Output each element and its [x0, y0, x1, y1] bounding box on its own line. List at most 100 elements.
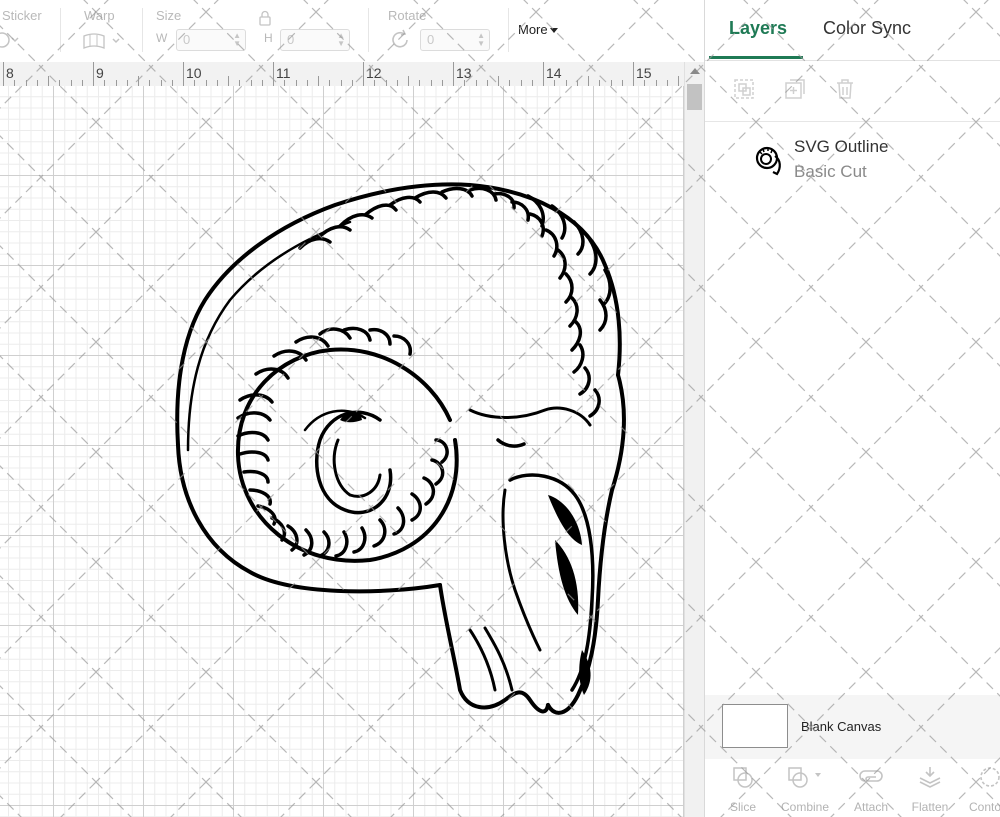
- ruler-label: 13: [456, 65, 472, 81]
- face-lower: [438, 583, 550, 714]
- contour-icon: [980, 767, 1000, 787]
- ruler-minor-tick: [588, 76, 589, 86]
- spiral-ridges: [236, 326, 449, 558]
- design-canvas[interactable]: [0, 86, 684, 817]
- ruler-major-tick: [453, 62, 454, 86]
- warp-icon[interactable]: [82, 32, 124, 50]
- warp-group[interactable]: Warp: [62, 0, 142, 62]
- scroll-thumb[interactable]: [687, 84, 702, 110]
- ruler-label: 14: [546, 65, 562, 81]
- slice-button[interactable]: Slice: [713, 765, 773, 815]
- size-label: Size: [156, 8, 182, 23]
- rotate-icon: [392, 29, 408, 48]
- ruler-label: 8: [6, 65, 14, 81]
- height-value: 0: [287, 32, 295, 47]
- slice-label: Slice: [729, 800, 756, 814]
- combine-label: Combine: [780, 800, 830, 814]
- duplicate-icon[interactable]: [783, 77, 807, 101]
- combine-icon: [788, 767, 821, 788]
- ruler-major-tick: [363, 62, 364, 86]
- tab-color-sync[interactable]: Color Sync: [823, 18, 911, 39]
- contour-label: Conto: [969, 800, 1000, 814]
- group-icon[interactable]: [732, 77, 756, 101]
- flatten-label: Flatten: [911, 800, 949, 814]
- layer-operation: Basic Cut: [794, 162, 867, 181]
- solid-shading: [340, 411, 591, 695]
- layer-item-svg-outline[interactable]: SVG Outline Basic Cut: [705, 124, 1000, 194]
- ram-head-design[interactable]: [0, 86, 684, 817]
- ruler-label: 12: [366, 65, 382, 81]
- attach-icon: [859, 770, 883, 782]
- spiral-inner: [315, 410, 393, 515]
- ruler-label: 11: [276, 65, 291, 81]
- mouth: [468, 626, 514, 692]
- stepper-arrows-icon[interactable]: ▲ ▼: [477, 32, 485, 48]
- rotate-label: Rotate: [388, 8, 427, 23]
- sticker-group[interactable]: Sticker: [0, 0, 60, 62]
- ruler-minor-tick: [48, 76, 49, 86]
- height-input[interactable]: 0 ▲ ▼: [280, 29, 350, 51]
- ruler-major-tick: [3, 62, 4, 86]
- toolbar-divider: [142, 8, 143, 52]
- ruler-minor-tick: [498, 76, 499, 86]
- sticker-label: Sticker: [2, 8, 42, 23]
- tab-layers[interactable]: Layers: [729, 18, 787, 39]
- sticker-icon[interactable]: [0, 30, 22, 50]
- slice-icon: [733, 767, 753, 788]
- toolbar-divider: [60, 8, 61, 52]
- attach-label: Attach: [853, 800, 889, 814]
- toolbar-divider: [368, 8, 369, 52]
- width-input[interactable]: 0 ▲ ▼: [176, 29, 246, 51]
- stepper-arrows-icon[interactable]: ▲ ▼: [337, 32, 345, 48]
- width-label: W: [156, 31, 168, 45]
- eye: [496, 438, 526, 448]
- panel-tabs: Layers Color Sync: [705, 0, 1000, 61]
- active-tab-indicator: [709, 56, 803, 59]
- rotate-value: 0: [427, 32, 435, 47]
- ram-layer-thumbnail: [755, 146, 781, 176]
- ruler-label: 10: [186, 65, 202, 81]
- blank-canvas-swatch[interactable]: [722, 704, 788, 748]
- warp-label: Warp: [84, 8, 115, 23]
- outer-horn-outline-inner: [186, 220, 352, 452]
- ruler-minor-tick: [408, 76, 409, 86]
- rotate-input[interactable]: 0 ▲ ▼: [420, 29, 490, 51]
- layer-actions: [705, 61, 1000, 122]
- width-value: 0: [183, 32, 191, 47]
- lock-icon[interactable]: [258, 10, 272, 26]
- spiral-outer: [235, 347, 459, 563]
- layers-panel: Layers Color Sync SVG Outline Basic Cut …: [704, 0, 1000, 817]
- attach-button[interactable]: Attach: [841, 765, 901, 815]
- flatten-icon: [919, 767, 941, 788]
- combine-button[interactable]: Combine: [775, 765, 835, 815]
- more-button[interactable]: More: [518, 22, 558, 37]
- toolbar-divider: [508, 8, 509, 52]
- height-label: H: [264, 31, 273, 45]
- ruler-label: 9: [96, 65, 104, 81]
- ruler-minor-tick: [678, 76, 679, 86]
- brow: [468, 406, 592, 427]
- jaw: [501, 488, 542, 652]
- blank-canvas-label: Blank Canvas: [801, 719, 882, 734]
- layer-name: SVG Outline: [794, 137, 889, 156]
- horizontal-ruler: 8 9 10 11 12 13 14 15: [0, 62, 684, 87]
- ruler-minor-tick: [318, 76, 319, 86]
- ruler-minor-tick: [228, 76, 229, 86]
- scroll-up-arrow-icon[interactable]: [690, 68, 700, 74]
- ruler-major-tick: [543, 62, 544, 86]
- ruler-major-tick: [633, 62, 634, 86]
- stepper-arrows-icon[interactable]: ▲ ▼: [233, 32, 241, 48]
- spiral-core: [332, 438, 382, 498]
- layer-tools-bar: Slice Combine Attach Flatten Conto: [705, 759, 1000, 817]
- ruler-minor-tick: [138, 76, 139, 86]
- edit-toolbar: Sticker Warp Size W 0 ▲ ▼ H 0 ▲ ▼ Rotate…: [0, 0, 704, 63]
- blank-canvas-row: Blank Canvas: [705, 695, 1000, 759]
- delete-icon[interactable]: [833, 77, 857, 101]
- rotate-group: Rotate 0 ▲ ▼: [370, 0, 500, 62]
- ruler-major-tick: [273, 62, 274, 86]
- flatten-button[interactable]: Flatten: [900, 765, 960, 815]
- size-group: Size W 0 ▲ ▼ H 0 ▲ ▼: [144, 0, 364, 62]
- contour-button[interactable]: Conto: [957, 765, 1000, 815]
- vertical-scrollbar[interactable]: [684, 62, 705, 817]
- ruler-label: 15: [636, 65, 652, 81]
